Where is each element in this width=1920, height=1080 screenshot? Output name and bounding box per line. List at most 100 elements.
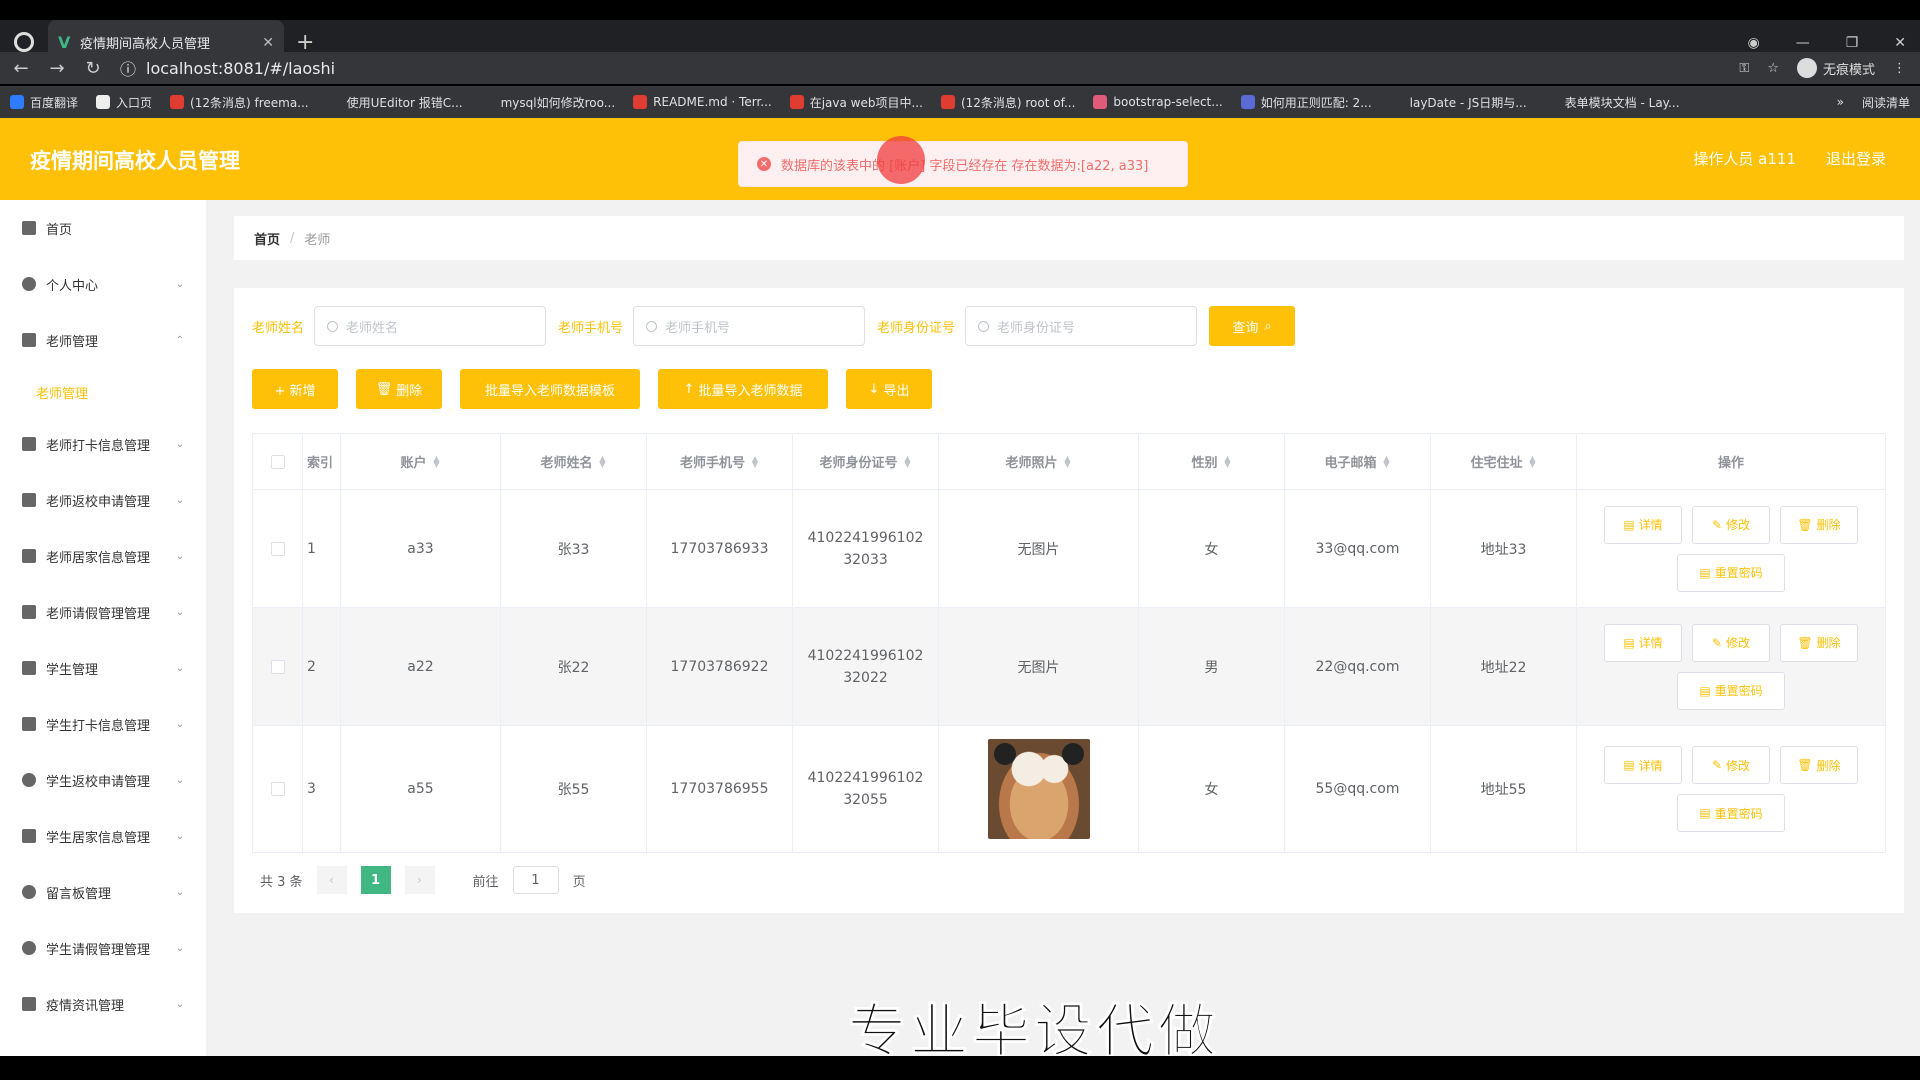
sidebar-item-student-return[interactable]: 学生返校申请管理 ⌄ — [0, 752, 206, 808]
bookmark-item[interactable]: 入口页 — [96, 94, 152, 111]
sort-icon[interactable]: ▲ ▼ — [751, 454, 759, 468]
row-checkbox[interactable] — [270, 541, 285, 556]
reset-password-button[interactable]: ▤ 重置密码 — [1677, 794, 1785, 832]
col-header-email[interactable]: 电子邮箱 ▲ ▼ — [1285, 434, 1431, 489]
col-header-photo[interactable]: 老师照片 ▲ ▼ — [939, 434, 1139, 489]
sidebar-item-teacher-return[interactable]: 老师返校申请管理 ⌄ — [0, 472, 206, 528]
bookmark-item[interactable]: layDate - JS日期与... — [1389, 94, 1527, 111]
bookmark-item[interactable]: 使用UEditor 报错C... — [326, 94, 463, 111]
select-all-checkbox[interactable] — [270, 454, 285, 469]
bookmark-item[interactable]: bootstrap-select... — [1093, 95, 1223, 109]
back-icon[interactable]: ← — [6, 58, 36, 79]
detail-button[interactable]: ▤ 详情 — [1604, 623, 1682, 662]
sidebar-item-profile[interactable]: 个人中心 ⌄ — [0, 256, 206, 312]
query-button[interactable]: 查询 ⌕ — [1209, 306, 1296, 346]
delete-button[interactable]: 🗑 删除 — [1780, 746, 1858, 784]
col-header-account[interactable]: 账户 ▲ ▼ — [341, 434, 501, 489]
import-data-button[interactable]: ↑ 批量导入老师数据 — [658, 369, 828, 409]
bookmark-item[interactable]: (12条消息) root of... — [940, 94, 1075, 111]
sidebar-item-label: 学生管理 — [46, 662, 99, 678]
row-checkbox[interactable] — [270, 659, 285, 674]
sort-icon[interactable]: ▲ ▼ — [599, 454, 607, 468]
watermark-text: 专业毕设代做 — [847, 997, 1221, 1057]
reset-password-button[interactable]: ▤ 重置密码 — [1677, 671, 1785, 710]
url-field[interactable]: ⓘ localhost:8081/#/laoshi — [120, 54, 1739, 82]
bulk-delete-button[interactable]: 🗑 删除 — [356, 369, 442, 409]
import-template-button[interactable]: 批量导入老师数据模板 — [460, 369, 640, 409]
bookmark-item[interactable]: 如何用正则匹配: 2... — [1240, 94, 1372, 111]
reading-list-button[interactable]: 阅读清单 — [1862, 94, 1920, 111]
sidebar-item-home[interactable]: 首页 — [0, 200, 206, 256]
error-icon: ✕ — [757, 157, 771, 171]
idcard-search-input[interactable]: 老师身份证号 — [965, 306, 1198, 346]
incognito-badge[interactable]: 无痕模式 — [1796, 58, 1875, 78]
header-label: 老师身份证号 — [819, 456, 898, 471]
col-header-gender[interactable]: 性别 ▲ ▼ — [1139, 434, 1285, 489]
page-number-active[interactable]: 1 — [360, 866, 391, 894]
sidebar-item-teacher-checkin[interactable]: 老师打卡信息管理 ⌄ — [0, 416, 206, 472]
phone-search-input[interactable]: 老师手机号 — [633, 306, 866, 346]
sidebar-item-student-home-info[interactable]: 学生居家信息管理 ⌄ — [0, 808, 206, 864]
sidebar-item-student-leave[interactable]: 学生请假管理管理 ⌄ — [0, 920, 206, 976]
sidebar-item-student-management[interactable]: 学生管理 ⌄ — [0, 640, 206, 696]
sidebar-item-teacher-management[interactable]: 老师管理 ⌃ — [0, 312, 206, 368]
delete-button[interactable]: 🗑 删除 — [1780, 623, 1858, 662]
edit-button[interactable]: ✎ 修改 — [1692, 623, 1770, 662]
phone-placeholder: 老师手机号 — [665, 320, 731, 336]
export-button[interactable]: ↓ 导出 — [846, 369, 932, 409]
col-header-address[interactable]: 住宅住址 ▲ ▼ — [1431, 434, 1577, 489]
delete-button[interactable]: 🗑 删除 — [1780, 505, 1858, 544]
edit-button[interactable]: ✎ 修改 — [1692, 505, 1770, 544]
close-icon[interactable]: ✕ — [262, 35, 274, 51]
bookmark-item[interactable]: 百度翻译 — [10, 94, 78, 111]
bookmark-favicon-icon — [1389, 95, 1404, 109]
sort-icon[interactable]: ▲ ▼ — [1529, 454, 1537, 468]
reset-password-label: 重置密码 — [1714, 684, 1763, 698]
profile-menu-icon[interactable]: ◉ — [1747, 35, 1759, 51]
edit-button[interactable]: ✎ 修改 — [1692, 746, 1770, 784]
bookmark-item[interactable]: README.md · Terr... — [633, 95, 772, 109]
breadcrumb-home[interactable]: 首页 — [254, 229, 280, 248]
name-search-input[interactable]: 老师姓名 — [314, 306, 547, 346]
sidebar-subitem-teacher-management[interactable]: 老师管理 — [0, 368, 206, 416]
minimize-icon[interactable]: — — [1796, 35, 1810, 51]
sidebar-item-student-checkin[interactable]: 学生打卡信息管理 ⌄ — [0, 696, 206, 752]
add-button[interactable]: + 新增 — [252, 369, 338, 409]
key-icon[interactable]: ⚿ — [1739, 61, 1749, 76]
detail-button[interactable]: ▤ 详情 — [1604, 746, 1682, 784]
header-label: 老师手机号 — [679, 456, 745, 471]
sort-icon[interactable]: ▲ ▼ — [1064, 454, 1072, 468]
col-header-idcard[interactable]: 老师身份证号 ▲ ▼ — [793, 434, 939, 489]
sidebar-item-epidemic-news[interactable]: 疫情资讯管理 ⌄ — [0, 976, 206, 1032]
bookmark-item[interactable]: 在java web项目中... — [789, 94, 923, 111]
header-user-area: 操作人员 a111 退出登录 — [1693, 148, 1886, 169]
bookmark-item[interactable]: 表单模块文档 - Lay... — [1544, 94, 1680, 111]
menu-dots-icon[interactable]: ⋮ — [1893, 61, 1906, 76]
forward-icon[interactable]: → — [42, 58, 72, 79]
reload-icon[interactable]: ↻ — [78, 58, 108, 79]
goto-page-input[interactable]: 1 — [512, 866, 559, 894]
detail-button[interactable]: ▤ 详情 — [1604, 505, 1682, 544]
sort-icon[interactable]: ▲ ▼ — [1383, 454, 1391, 468]
prev-page-button[interactable]: ‹ — [316, 866, 347, 894]
sidebar-item-teacher-leave[interactable]: 老师请假管理管理 ⌄ — [0, 584, 206, 640]
maximize-icon[interactable]: ❐ — [1846, 35, 1859, 51]
row-checkbox[interactable] — [270, 782, 285, 796]
col-header-name[interactable]: 老师姓名 ▲ ▼ — [501, 434, 647, 489]
sort-icon[interactable]: ▲ ▼ — [433, 454, 441, 468]
bookmark-item[interactable]: mysql如何修改roo... — [480, 94, 615, 111]
bookmark-item[interactable]: (12条消息) freema... — [170, 94, 309, 111]
star-icon[interactable]: ☆ — [1767, 61, 1779, 76]
close-window-icon[interactable]: ✕ — [1894, 35, 1906, 51]
sort-icon[interactable]: ▲ ▼ — [1224, 454, 1232, 468]
teacher-photo[interactable] — [987, 739, 1090, 839]
sort-icon[interactable]: ▲ ▼ — [904, 454, 912, 468]
sidebar-item-teacher-home-info[interactable]: 老师居家信息管理 ⌄ — [0, 528, 206, 584]
info-icon[interactable]: ⓘ — [120, 56, 136, 80]
bookmarks-more-button[interactable]: » — [1837, 95, 1844, 109]
sidebar-item-message-board[interactable]: 留言板管理 ⌄ — [0, 864, 206, 920]
logout-button[interactable]: 退出登录 — [1826, 148, 1886, 169]
next-page-button[interactable]: › — [404, 866, 435, 894]
col-header-phone[interactable]: 老师手机号 ▲ ▼ — [647, 434, 793, 489]
reset-password-button[interactable]: ▤ 重置密码 — [1677, 553, 1785, 592]
